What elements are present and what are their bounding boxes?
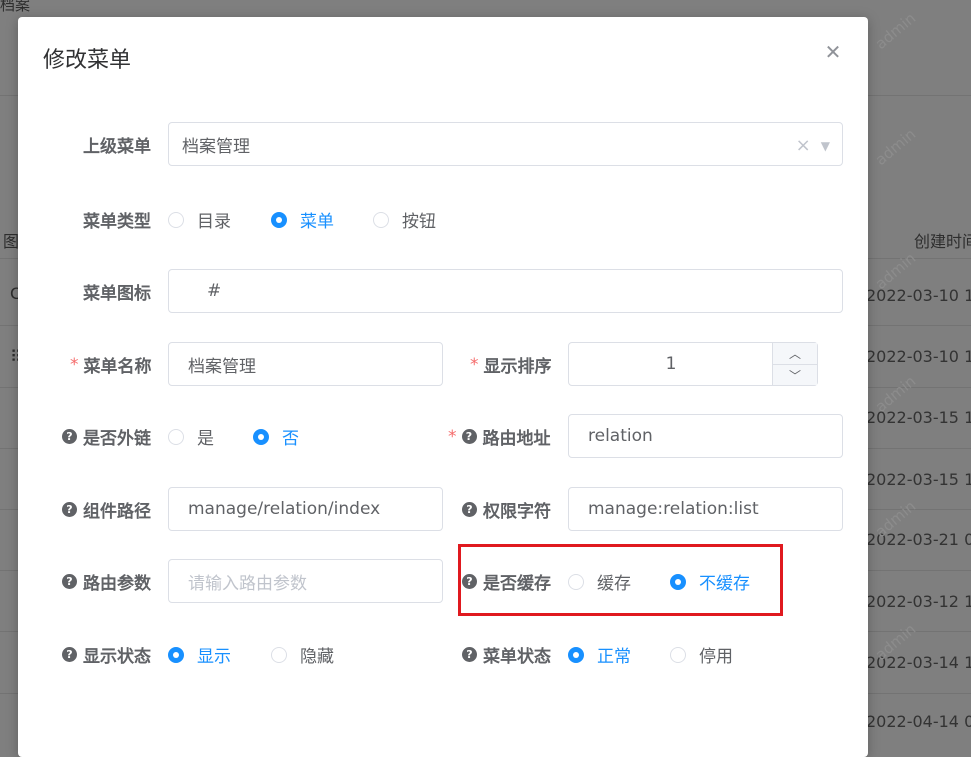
sort-order-label-text: 显示排序: [483, 357, 552, 377]
route-params-input[interactable]: 请输入路由参数: [168, 559, 443, 603]
parent-menu-select[interactable]: 档案管理 × ▼: [168, 122, 843, 166]
status-label: ? 菜单状态: [462, 642, 551, 667]
radio-circle: [168, 646, 184, 663]
chevron-down-icon[interactable]: ▼: [821, 139, 830, 153]
radio-label: 显示: [197, 647, 231, 667]
radio-label: 停用: [699, 647, 733, 667]
watermark: admin: [871, 9, 920, 53]
radio-menu-type-directory[interactable]: 目录: [168, 207, 231, 232]
menu-name-label: * 菜单名称: [70, 352, 152, 378]
radio-label: 目录: [197, 212, 231, 232]
component-path-input[interactable]: manage/relation/index: [168, 487, 443, 531]
external-link-label-text: 是否外链: [83, 429, 151, 449]
sort-order-label: * 显示排序: [470, 352, 552, 378]
radio-circle: [271, 211, 287, 228]
radio-status-normal[interactable]: 正常: [568, 642, 631, 667]
permission-input[interactable]: manage:relation:list: [568, 487, 843, 531]
bg-date: 2022-03-15 1: [866, 470, 971, 489]
route-params-label-text: 路由参数: [83, 574, 151, 594]
stepper-controls: ︿ ﹀: [772, 343, 817, 385]
chevron-up-icon[interactable]: ︿: [773, 343, 817, 365]
component-path-label-text: 组件路径: [83, 502, 151, 522]
chevron-down-icon[interactable]: ﹀: [773, 365, 817, 386]
question-circle-icon[interactable]: ?: [462, 647, 477, 662]
route-path-value: relation: [588, 426, 653, 446]
route-path-label-text: 路由地址: [482, 429, 551, 449]
radio-menu-type-menu[interactable]: 菜单: [271, 207, 334, 232]
radio-external-no[interactable]: 否: [253, 424, 299, 449]
question-circle-icon[interactable]: ?: [62, 429, 77, 444]
menu-name-input[interactable]: 档案管理: [168, 342, 443, 386]
question-circle-icon[interactable]: ?: [62, 574, 77, 589]
radio-label: 按钮: [402, 212, 436, 232]
menu-name-value: 档案管理: [188, 356, 256, 377]
sort-order-stepper[interactable]: 1 ︿ ﹀: [568, 342, 818, 386]
route-params-placeholder: 请输入路由参数: [188, 573, 307, 594]
radio-circle: [253, 428, 269, 445]
route-path-label: * ? 路由地址: [448, 424, 551, 450]
bg-date: 2022-04-14 0: [866, 712, 971, 731]
bg-date: 2022-03-10 1: [866, 347, 971, 366]
component-path-value: manage/relation/index: [188, 499, 381, 519]
menu-icon-label: 菜单图标: [83, 279, 151, 304]
radio-status-disabled[interactable]: 停用: [670, 642, 733, 667]
visible-label: ? 显示状态: [62, 642, 151, 667]
dialog-title: 修改菜单: [43, 48, 132, 73]
bg-date: 2022-03-12 16: [866, 592, 971, 611]
question-circle-icon[interactable]: ?: [462, 502, 477, 517]
menu-type-label-text: 菜单类型: [83, 212, 151, 232]
radio-menu-type-button[interactable]: 按钮: [373, 207, 436, 232]
highlight-box: [458, 544, 783, 616]
visible-label-text: 显示状态: [83, 647, 151, 667]
radio-circle: [271, 646, 287, 663]
select-controls: × ▼: [796, 135, 830, 156]
edit-menu-dialog: 修改菜单 ✕ 上级菜单 档案管理 × ▼ 菜单类型 目录 菜单 按钮 菜单图标 …: [18, 17, 868, 757]
menu-icon-label-text: 菜单图标: [83, 284, 151, 304]
radio-visible-show[interactable]: 显示: [168, 642, 231, 667]
status-label-text: 菜单状态: [483, 647, 551, 667]
radio-circle: [568, 646, 584, 663]
menu-name-label-text: 菜单名称: [83, 357, 152, 377]
bg-header-text: 档案: [0, 0, 31, 14]
required-asterisk: *: [470, 354, 479, 375]
bg-col-created: 创建时间: [914, 232, 971, 251]
radio-label: 否: [282, 429, 299, 449]
menu-icon-input[interactable]: #: [168, 269, 843, 313]
bg-col-icon: 图: [3, 232, 20, 251]
sort-order-value: 1: [665, 354, 677, 374]
external-link-label: ? 是否外链: [62, 424, 151, 449]
menu-type-label: 菜单类型: [83, 207, 151, 232]
radio-circle: [168, 211, 184, 228]
component-path-label: ? 组件路径: [62, 497, 151, 522]
radio-label: 隐藏: [300, 647, 334, 667]
radio-label: 是: [197, 429, 214, 449]
radio-label: 菜单: [300, 212, 334, 232]
required-asterisk: *: [448, 426, 457, 447]
question-circle-icon[interactable]: ?: [62, 502, 77, 517]
question-circle-icon[interactable]: ?: [461, 429, 477, 444]
permission-value: manage:relation:list: [588, 499, 759, 519]
radio-circle: [373, 211, 389, 228]
radio-visible-hide[interactable]: 隐藏: [271, 642, 334, 667]
parent-menu-value: 档案管理: [182, 136, 250, 157]
required-asterisk: *: [70, 354, 79, 375]
route-path-input[interactable]: relation: [568, 414, 843, 458]
clear-icon[interactable]: ×: [796, 135, 811, 156]
question-circle-icon[interactable]: ?: [62, 647, 77, 662]
radio-external-yes[interactable]: 是: [168, 424, 214, 449]
radio-circle: [670, 646, 686, 663]
parent-menu-label-text: 上级菜单: [83, 137, 151, 157]
permission-label-text: 权限字符: [483, 502, 551, 522]
hash-icon: #: [207, 281, 222, 301]
route-params-label: ? 路由参数: [62, 569, 151, 594]
radio-circle: [168, 428, 184, 445]
radio-label: 正常: [597, 647, 631, 667]
parent-menu-label: 上级菜单: [83, 132, 151, 157]
watermark: admin: [871, 125, 920, 169]
permission-label: ? 权限字符: [462, 497, 551, 522]
close-icon[interactable]: ✕: [824, 42, 842, 62]
